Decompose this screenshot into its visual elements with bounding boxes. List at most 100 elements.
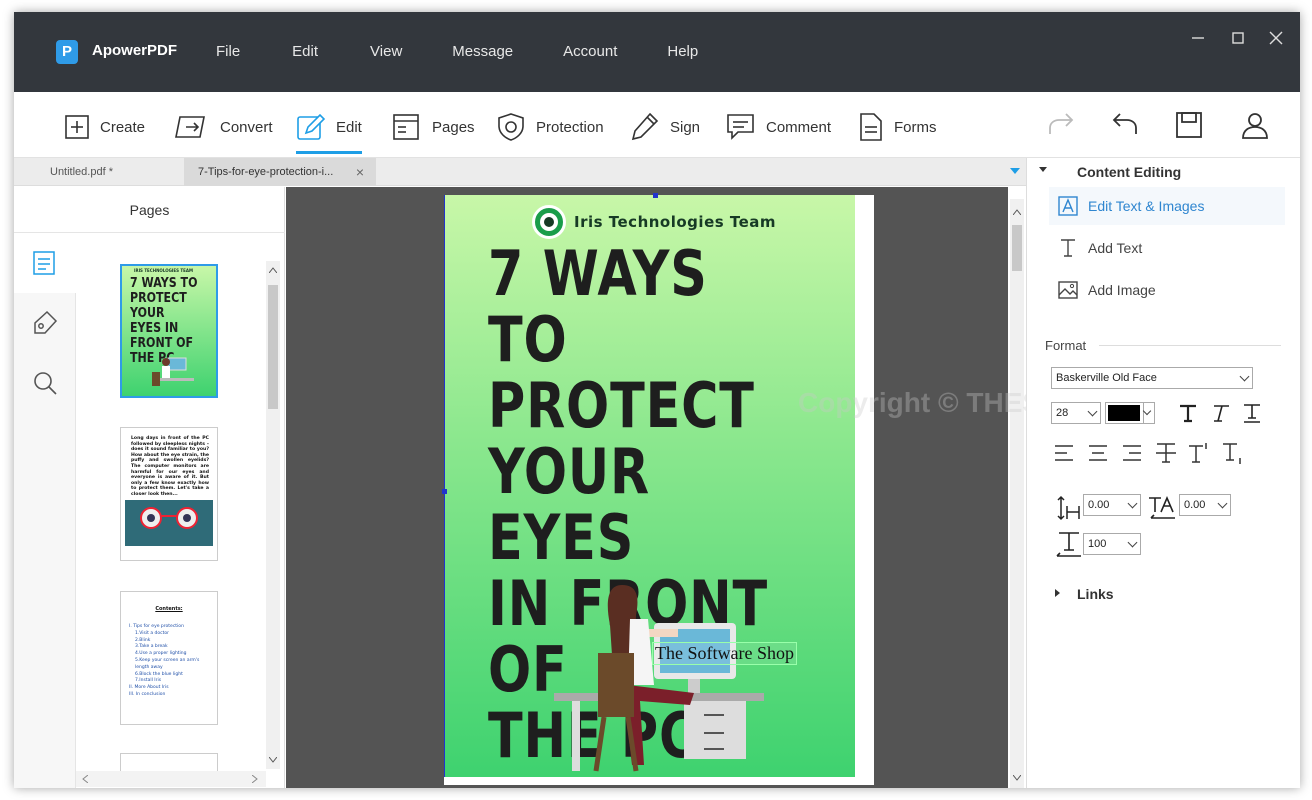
minimize-icon[interactable] [1188, 28, 1208, 48]
scroll-left-icon[interactable] [82, 775, 88, 783]
undo-icon[interactable] [1110, 110, 1140, 140]
document-canvas[interactable]: Iris Technologies Team 7 WAYS TO PROTECT… [286, 187, 1008, 788]
forms-button[interactable]: Forms [858, 110, 937, 144]
menu-message[interactable]: Message [452, 43, 513, 60]
user-account-icon[interactable] [1240, 110, 1270, 140]
italic-t-icon [1214, 405, 1229, 422]
page-thumbnail-1[interactable]: IRIS TECHNOLOGIES TEAM 7 WAYS TO PROTECT… [120, 264, 218, 398]
bold-button[interactable] [1173, 398, 1203, 428]
save-icon[interactable] [1174, 110, 1204, 140]
italic-button[interactable] [1205, 398, 1235, 428]
sign-button[interactable]: Sign [630, 110, 700, 144]
redo-icon[interactable] [1046, 110, 1076, 140]
text-color-swatch [1108, 405, 1140, 421]
convert-button[interactable]: Convert [174, 110, 273, 144]
comment-icon [727, 114, 754, 140]
pages-panel-title: Pages [14, 187, 285, 233]
superscript-button[interactable] [1185, 438, 1215, 468]
tab-dropdown-icon[interactable] [1010, 168, 1020, 174]
document-scrollbar[interactable] [1010, 199, 1024, 788]
title-bar: P ApowerPDF File Edit View Message Accou… [14, 12, 1300, 92]
scrollbar-thumb[interactable] [268, 285, 278, 409]
menu-bar: File Edit View Message Account Help [216, 43, 698, 60]
scroll-down-icon[interactable] [269, 757, 277, 763]
maximize-icon[interactable] [1228, 28, 1248, 48]
align-left-button[interactable] [1049, 438, 1079, 468]
selection-handle[interactable] [442, 489, 447, 494]
page-thumbnail-4[interactable] [120, 753, 218, 773]
underline-button[interactable] [1237, 398, 1267, 428]
edit-text-icon [1058, 196, 1078, 216]
thumb-paragraph: Long days in front of the PC followed by… [131, 436, 209, 497]
menu-view[interactable]: View [370, 43, 402, 60]
app-logo: P [56, 40, 78, 64]
pages-button[interactable]: Pages [392, 110, 475, 144]
add-image-button[interactable]: Add Image [1049, 271, 1285, 309]
text-color-picker[interactable] [1105, 402, 1155, 424]
page-thumbnail-2[interactable]: Long days in front of the PC followed by… [120, 427, 218, 561]
scroll-up-icon[interactable] [1013, 209, 1021, 215]
selection-edge [444, 195, 445, 777]
aperture-icon [540, 213, 558, 231]
thumbnails-scrollbar[interactable] [266, 261, 280, 769]
bookmarks-tab[interactable] [14, 293, 76, 353]
document-tab-bar: Untitled.pdf * 7-Tips-for-eye-protection… [14, 158, 1026, 186]
scroll-down-icon[interactable] [1013, 775, 1021, 781]
thumbnails-hscrollbar[interactable] [76, 771, 266, 787]
contents-item: 1.Visit a doctor [135, 630, 169, 636]
plus-box-icon [65, 115, 89, 139]
scale-select[interactable]: 100 [1083, 533, 1141, 555]
page-thumbnail-3[interactable]: Contents: I. Tips for eye protection 1.Vi… [120, 591, 218, 725]
pdf-page[interactable]: Iris Technologies Team 7 WAYS TO PROTECT… [442, 193, 874, 785]
search-icon [34, 372, 57, 395]
tab-untitled[interactable]: Untitled.pdf * [36, 158, 184, 186]
char-spacing-select[interactable]: 0.00 [1179, 494, 1231, 516]
menu-help[interactable]: Help [667, 43, 698, 60]
strikethrough-icon [1156, 443, 1176, 463]
line-spacing-select[interactable]: 0.00 [1083, 494, 1141, 516]
format-divider [1099, 345, 1281, 346]
align-right-button[interactable] [1117, 438, 1147, 468]
protection-button[interactable]: Protection [496, 110, 604, 144]
expand-caret-icon[interactable] [1055, 589, 1060, 597]
font-family-value: Baskerville Old Face [1056, 372, 1157, 384]
create-label: Create [100, 118, 146, 136]
tab-close-icon[interactable]: × [356, 158, 364, 186]
scroll-right-icon[interactable] [252, 775, 258, 783]
scrollbar-thumb[interactable] [1012, 225, 1022, 271]
edit-button[interactable]: Edit [296, 110, 362, 154]
menu-account[interactable]: Account [563, 43, 617, 60]
superscript-icon [1189, 443, 1207, 463]
brand-heading: Iris Technologies Team [574, 213, 777, 231]
search-tab[interactable] [14, 353, 76, 413]
side-icon-bar [14, 233, 76, 788]
align-center-button[interactable] [1083, 438, 1113, 468]
content-editing-header[interactable]: Content Editing [1077, 164, 1181, 180]
edit-text-images-button[interactable]: Edit Text & Images [1049, 187, 1285, 225]
edit-label: Edit [336, 118, 362, 136]
subscript-button[interactable] [1219, 438, 1249, 468]
bold-t-icon [1180, 404, 1196, 423]
iris-logo-icon [532, 205, 566, 239]
tab-eye-protection[interactable]: 7-Tips-for-eye-protection-i... × [184, 158, 376, 186]
add-text-button[interactable]: Add Text [1049, 229, 1285, 267]
menu-edit[interactable]: Edit [292, 43, 318, 60]
menu-file[interactable]: File [216, 43, 240, 60]
chevron-down-icon [1239, 371, 1250, 382]
collapse-caret-icon[interactable] [1039, 167, 1047, 172]
thumbnails-tab[interactable] [14, 233, 76, 293]
scroll-up-icon[interactable] [269, 267, 277, 273]
links-header[interactable]: Links [1077, 586, 1114, 602]
create-button[interactable]: Create [64, 110, 145, 144]
font-family-select[interactable]: Baskerville Old Face [1051, 367, 1253, 389]
scale-icon [1056, 532, 1081, 557]
font-size-select[interactable]: 28 [1051, 402, 1101, 424]
align-left-icon [1055, 445, 1073, 461]
close-icon[interactable] [1266, 28, 1286, 48]
strikethrough-button[interactable] [1151, 438, 1181, 468]
selection-handle[interactable] [653, 193, 658, 198]
main-toolbar: Create Convert Edit Pages Protection Sig… [14, 92, 1300, 158]
comment-button[interactable]: Comment [726, 110, 831, 144]
align-right-icon [1123, 445, 1141, 461]
text-box-overlay[interactable]: The Software Shop [652, 642, 797, 665]
